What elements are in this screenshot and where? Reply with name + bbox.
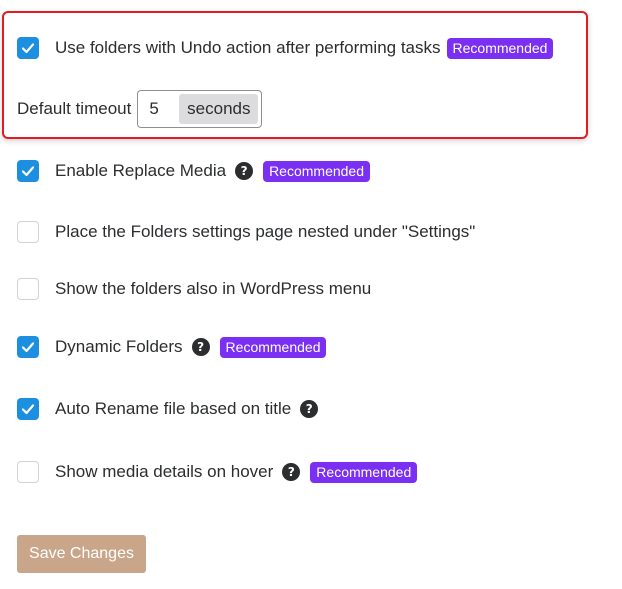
auto-rename-checkbox[interactable] — [17, 398, 39, 420]
default-timeout-row: Default timeout seconds — [17, 90, 263, 128]
folders-settings-panel: Use folders with Undo action after perfo… — [0, 0, 622, 589]
checkmark-icon — [21, 166, 35, 177]
setting-undo-folders: Use folders with Undo action after perfo… — [17, 35, 554, 61]
help-icon[interactable]: ? — [235, 162, 254, 180]
setting-replace-media: Enable Replace Media ? Recommended — [17, 158, 370, 184]
help-icon[interactable]: ? — [191, 338, 210, 356]
replace-media-checkbox[interactable] — [17, 160, 39, 182]
save-changes-button[interactable]: Save Changes — [17, 535, 146, 573]
checkmark-icon — [21, 404, 35, 415]
checkmark-icon — [21, 342, 35, 353]
dynamic-folders-checkbox[interactable] — [17, 336, 39, 358]
timeout-field: seconds — [137, 90, 263, 128]
recommended-badge: Recommended — [446, 37, 554, 59]
undo-folders-label: Use folders with Undo action after perfo… — [55, 38, 441, 57]
checkmark-icon — [21, 43, 35, 54]
recommended-badge: Recommended — [219, 336, 327, 358]
nested-settings-checkbox[interactable] — [17, 221, 39, 243]
timeout-input[interactable] — [141, 99, 180, 119]
setting-wp-menu: Show the folders also in WordPress menu — [17, 276, 371, 302]
undo-folders-checkbox[interactable] — [17, 37, 39, 59]
wp-menu-label: Show the folders also in WordPress menu — [55, 279, 372, 298]
help-icon[interactable]: ? — [282, 463, 301, 481]
wp-menu-checkbox[interactable] — [17, 278, 39, 300]
auto-rename-label: Auto Rename file based on title — [55, 399, 292, 418]
media-details-label: Show media details on hover — [55, 462, 274, 481]
replace-media-label: Enable Replace Media — [55, 161, 227, 180]
recommended-badge: Recommended — [310, 461, 418, 483]
recommended-badge: Recommended — [263, 160, 370, 182]
setting-nested-settings: Place the Folders settings page nested u… — [17, 219, 475, 245]
timeout-unit-label: seconds — [179, 94, 259, 124]
setting-auto-rename: Auto Rename file based on title ? — [17, 396, 319, 422]
dynamic-folders-label: Dynamic Folders — [55, 337, 183, 356]
help-icon[interactable]: ? — [300, 400, 319, 418]
nested-settings-label: Place the Folders settings page nested u… — [55, 222, 476, 241]
setting-media-details: Show media details on hover ? Recommende… — [17, 459, 418, 485]
media-details-checkbox[interactable] — [17, 461, 39, 483]
default-timeout-label: Default timeout — [17, 99, 132, 118]
setting-dynamic-folders: Dynamic Folders ? Recommended — [17, 334, 327, 360]
